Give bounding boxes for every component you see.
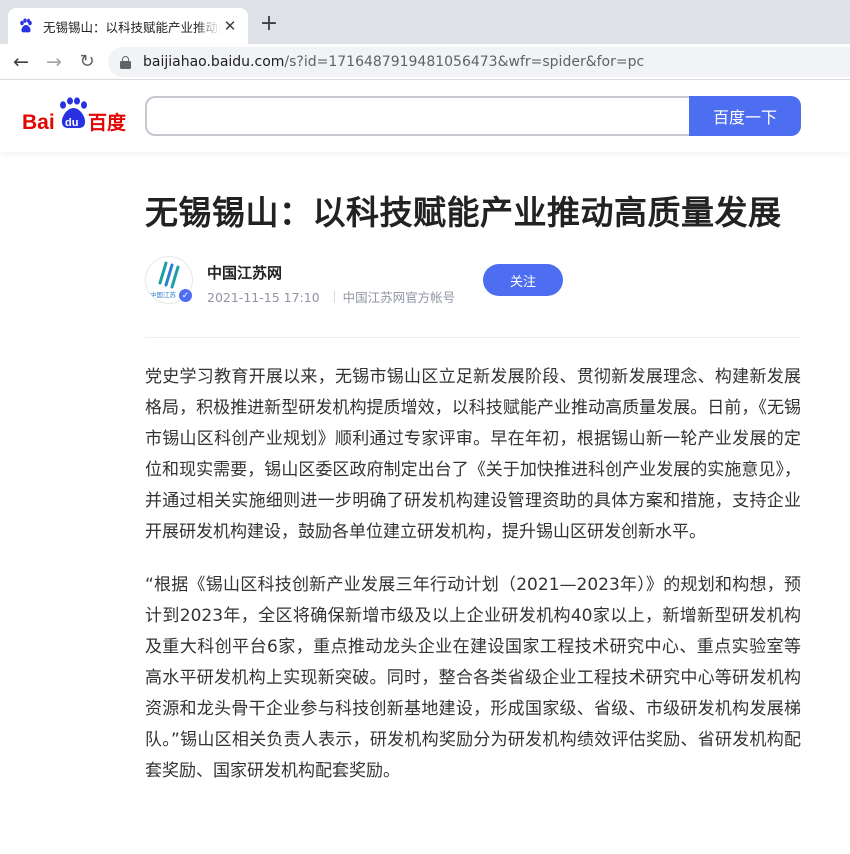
lock-icon[interactable] <box>120 55 131 69</box>
browser-tab[interactable]: 无锡锡山：以科技赋能产业推动高质量发展 ✕ <box>8 8 248 44</box>
verified-icon: ✓ <box>178 288 193 303</box>
article: 无锡锡山：以科技赋能产业推动高质量发展 中国江苏 ✓ 中国江苏网 2021-11… <box>145 152 801 787</box>
address-bar[interactable]: baijiahao.baidu.com/s?id=171648791948105… <box>108 47 850 77</box>
svg-text:du: du <box>65 117 78 129</box>
follow-button[interactable]: 关注 <box>483 264 563 296</box>
meta-divider <box>333 291 335 303</box>
author-info: 中国江苏 ✓ 中国江苏网 2021-11-15 17:10 中国江苏网官方帐号 关… <box>145 250 801 338</box>
account-type: 中国江苏网官方帐号 <box>342 290 456 305</box>
close-tab-icon[interactable]: ✕ <box>222 18 238 34</box>
reload-icon[interactable]: ↻ <box>75 50 99 74</box>
tab-title: 无锡锡山：以科技赋能产业推动高质量发展 <box>43 19 221 35</box>
baidu-header: Bai du 百度 百度一下 <box>0 81 850 152</box>
browser-toolbar: ← → ↻ baijiahao.baidu.com/s?id=171648791… <box>0 44 850 80</box>
baidu-logo[interactable]: Bai du 百度 <box>22 97 128 135</box>
article-paragraph: “根据《锡山区科技创新产业发展三年行动计划（2021—2023年）》的规划和构想… <box>145 575 801 781</box>
avatar-text: 中国江苏 <box>150 290 177 299</box>
article-meta: 2021-11-15 17:10 中国江苏网官方帐号 <box>207 287 455 306</box>
svg-text:Bai: Bai <box>22 111 55 134</box>
new-tab-button[interactable]: + <box>258 13 280 36</box>
article-title: 无锡锡山：以科技赋能产业推动高质量发展 <box>145 193 782 232</box>
article-paragraph: 党史学习教育开展以来，无锡市锡山区立足新发展阶段、贯彻新发展理念、构建新发展格局… <box>145 367 801 542</box>
browser-tab-bar: 无锡锡山：以科技赋能产业推动高质量发展 ✕ + <box>0 0 850 44</box>
search-button[interactable]: 百度一下 <box>689 96 801 136</box>
url-path: /s?id=1716487919481056473&wfr=spider&for… <box>284 54 645 70</box>
baidu-paw-icon <box>20 18 32 33</box>
search-input[interactable] <box>145 96 691 136</box>
publish-date: 2021-11-15 17:10 <box>207 290 320 305</box>
arrow-left-icon[interactable]: ← <box>9 50 33 74</box>
url-text: baijiahao.baidu.com/s?id=171648791948105… <box>143 54 644 70</box>
author-name[interactable]: 中国江苏网 <box>207 262 282 283</box>
arrow-right-icon[interactable]: → <box>42 50 66 74</box>
svg-text:百度: 百度 <box>88 111 127 134</box>
url-host: baijiahao.baidu.com <box>143 54 285 70</box>
